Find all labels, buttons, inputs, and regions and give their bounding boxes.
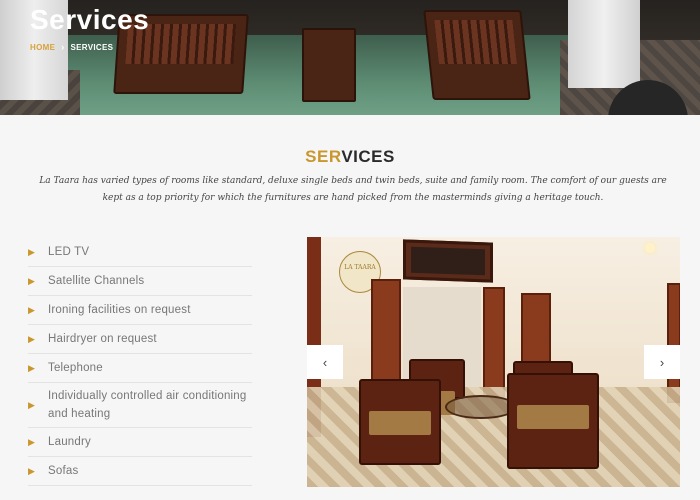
list-item: ▶ Satellite Channels bbox=[28, 267, 252, 296]
chevron-right-icon: › bbox=[659, 354, 665, 370]
breadcrumb-home-link[interactable]: HOME bbox=[30, 43, 55, 52]
slide-chair bbox=[507, 373, 599, 469]
hero-side-table bbox=[302, 28, 356, 102]
section-intro: La Taara has varied types of rooms like … bbox=[39, 176, 667, 203]
list-item: ▶ Sofas bbox=[28, 457, 252, 486]
list-item-label: Ironing facilities on request bbox=[48, 304, 191, 316]
image-slider[interactable]: LA TAARA bbox=[307, 237, 680, 487]
hero-banner: Services HOME › SERVICES bbox=[0, 0, 700, 115]
list-item-label: LED TV bbox=[48, 246, 90, 258]
list-item-label: Telephone bbox=[48, 362, 103, 374]
list-item-label: Sofas bbox=[48, 465, 79, 477]
list-item: ▶ Ironing facilities on request bbox=[28, 296, 252, 325]
caret-right-icon: ▶ bbox=[28, 362, 36, 373]
caret-right-icon: ▶ bbox=[28, 304, 36, 315]
breadcrumb-current: SERVICES bbox=[70, 42, 114, 52]
caret-right-icon: ▶ bbox=[28, 246, 36, 257]
slide-mirror bbox=[403, 239, 493, 283]
chevron-left-icon: ‹ bbox=[322, 354, 328, 370]
caret-right-icon: ▶ bbox=[28, 436, 36, 447]
list-item-label: Hairdryer on request bbox=[48, 333, 157, 345]
slide-door bbox=[483, 287, 505, 397]
list-item: ▶ Hairdryer on request bbox=[28, 325, 252, 354]
caret-right-icon: ▶ bbox=[28, 399, 36, 410]
list-item: ▶ LED TV bbox=[28, 238, 252, 267]
page-title: Services bbox=[30, 4, 150, 35]
amenities-list: ▶ LED TV ▶ Satellite Channels ▶ Ironing fac… bbox=[28, 238, 252, 486]
section-title: SERVICES bbox=[0, 147, 700, 167]
hero-bench-right bbox=[423, 10, 531, 100]
list-item-label: Satellite Channels bbox=[48, 275, 145, 287]
caret-right-icon: ▶ bbox=[28, 465, 36, 476]
breadcrumb: HOME › SERVICES bbox=[30, 42, 113, 52]
caret-right-icon: ▶ bbox=[28, 275, 36, 286]
breadcrumb-separator-icon: › bbox=[61, 42, 65, 52]
list-item: ▶ Telephone bbox=[28, 354, 252, 383]
slider-prev-button[interactable]: ‹ bbox=[307, 345, 343, 379]
slider-next-button[interactable]: › bbox=[644, 345, 680, 379]
list-item-label: Individually controlled air conditioning… bbox=[48, 390, 247, 420]
list-item-label: Laundry bbox=[48, 436, 91, 448]
list-item: ▶ Individually controlled air conditionin… bbox=[28, 383, 252, 428]
section-title-rest: VICES bbox=[341, 147, 395, 166]
slide-chair bbox=[359, 379, 441, 465]
hero-pillar-right bbox=[568, 0, 640, 88]
caret-right-icon: ▶ bbox=[28, 333, 36, 344]
list-item: ▶ Laundry bbox=[28, 428, 252, 457]
section-title-accent: SER bbox=[305, 147, 342, 166]
slide-lamp bbox=[645, 243, 655, 253]
slide-door bbox=[667, 283, 680, 403]
